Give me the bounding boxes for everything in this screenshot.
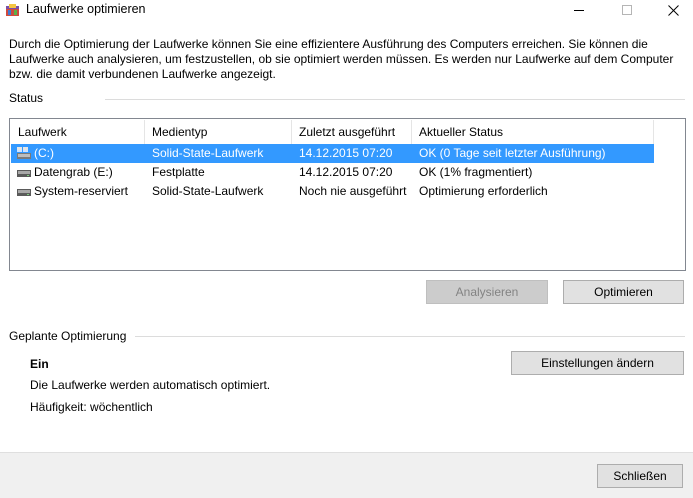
drive-name: (C:): [34, 146, 54, 160]
optimize-button[interactable]: Optimieren: [563, 280, 684, 304]
scheduled-divider: [135, 336, 685, 337]
drive-row-system-reserved[interactable]: System-reserviert Solid-State-Laufwerk N…: [11, 182, 654, 201]
scheduled-optimization-label: Geplante Optimierung: [9, 329, 127, 343]
schedule-description: Die Laufwerke werden automatisch optimie…: [30, 378, 271, 392]
intro-text: Durch die Optimierung der Laufwerke könn…: [9, 37, 674, 81]
drive-row-e[interactable]: Datengrab (E:) Festplatte 14.12.2015 07:…: [11, 163, 654, 182]
schedule-state: Ein: [30, 357, 49, 371]
close-window-button[interactable]: [650, 0, 693, 20]
current-status: OK (0 Tage seit letzter Ausführung): [419, 146, 606, 160]
hard-drive-icon: [17, 170, 31, 177]
column-header-drive[interactable]: Laufwerk: [11, 120, 145, 144]
defrag-app-icon: [6, 4, 19, 16]
minimize-icon: [574, 10, 584, 11]
change-settings-button[interactable]: Einstellungen ändern: [511, 351, 684, 375]
drive-name: Datengrab (E:): [34, 165, 113, 179]
media-type: Solid-State-Laufwerk: [152, 184, 264, 198]
windows-drive-icon: [17, 147, 31, 159]
status-divider: [105, 99, 685, 100]
dialog-footer: Schließen: [0, 452, 693, 498]
title-bar: Laufwerke optimieren: [0, 0, 693, 20]
minimize-button[interactable]: [556, 0, 602, 20]
drive-row-c[interactable]: (C:) Solid-State-Laufwerk 14.12.2015 07:…: [11, 144, 654, 163]
close-button[interactable]: Schließen: [597, 464, 683, 488]
analyze-button[interactable]: Analysieren: [426, 280, 548, 304]
last-run: Noch nie ausgeführt: [299, 184, 407, 198]
window-title: Laufwerke optimieren: [26, 2, 146, 16]
status-label: Status: [9, 91, 44, 105]
last-run: 14.12.2015 07:20: [299, 165, 393, 179]
media-type: Festplatte: [152, 165, 205, 179]
maximize-button[interactable]: [604, 0, 650, 20]
column-header-media-type[interactable]: Medientyp: [145, 120, 292, 144]
hard-drive-icon: [17, 189, 31, 196]
last-run: 14.12.2015 07:20: [299, 146, 393, 160]
media-type: Solid-State-Laufwerk: [152, 146, 264, 160]
column-header-current-status[interactable]: Aktueller Status: [412, 120, 654, 144]
current-status: OK (1% fragmentiert): [419, 165, 533, 179]
close-icon: [667, 4, 679, 16]
drive-list[interactable]: Laufwerk Medientyp Zuletzt ausgeführt Ak…: [9, 118, 686, 271]
column-header-last-run[interactable]: Zuletzt ausgeführt: [292, 120, 412, 144]
current-status: Optimierung erforderlich: [419, 184, 548, 198]
maximize-icon: [622, 5, 632, 15]
drive-name: System-reserviert: [34, 184, 129, 198]
schedule-frequency: Häufigkeit: wöchentlich: [30, 400, 153, 414]
